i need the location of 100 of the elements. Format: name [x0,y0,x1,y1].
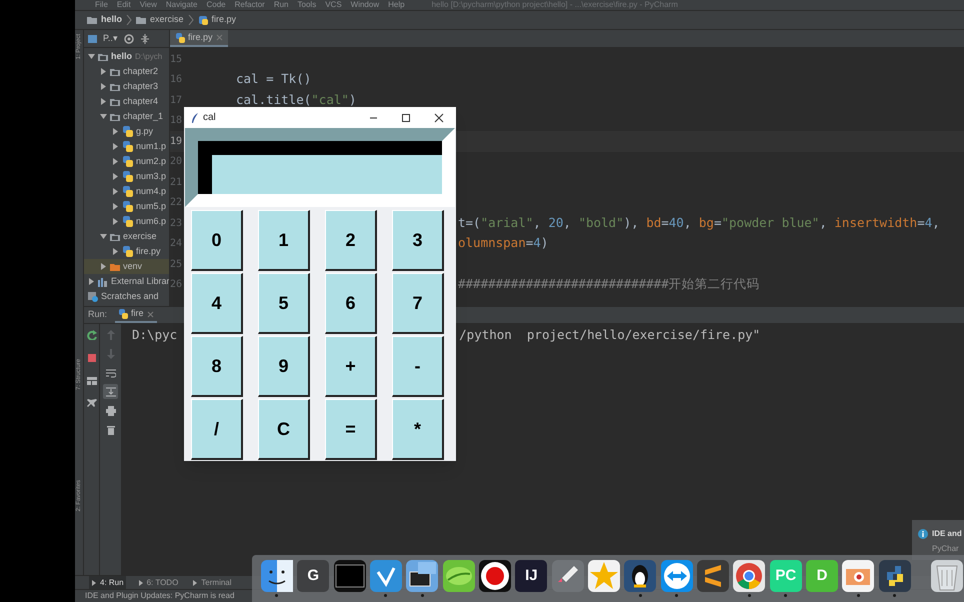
calculator-key[interactable]: + [325,336,377,397]
tree-item[interactable]: num3.p [84,169,169,184]
calculator-key[interactable]: = [325,399,377,460]
calculator-key[interactable]: 4 [191,273,243,334]
app-launcher[interactable] [660,560,693,592]
calculator-key[interactable]: - [392,336,444,397]
tree-item[interactable]: g.py [84,124,169,139]
breadcrumb-item[interactable]: hello [101,13,122,27]
python-file-icon [175,32,185,42]
toolbar-button[interactable] [103,384,118,399]
app-launcher[interactable] [260,560,293,592]
breadcrumb-item[interactable]: exercise [150,13,184,27]
expand-arrow-icon[interactable] [88,53,95,60]
tree-item[interactable]: num5.p [84,199,169,214]
expand-arrow-icon[interactable] [100,113,107,120]
app-launcher[interactable] [842,560,874,592]
app-launcher[interactable] [624,560,656,592]
toolbar-button[interactable] [84,327,99,342]
menu-item[interactable]: File [95,1,108,9]
tree-item[interactable]: exercise [84,229,169,244]
tree-item[interactable]: fire.py [84,244,169,259]
app-launcher[interactable] [878,560,911,592]
menu-item[interactable]: Help [388,1,405,9]
expand-arrow-icon[interactable] [112,188,119,195]
tree-item[interactable]: External Librar [84,274,169,289]
calculator-key[interactable]: 6 [325,273,377,334]
expand-arrow-icon[interactable] [112,248,119,255]
expand-arrow-icon[interactable] [100,68,107,75]
editor-tab[interactable]: fire.py [170,30,228,47]
expand-arrow-icon[interactable] [112,128,119,135]
app-launcher[interactable]: IJ [515,560,548,592]
calculator-key[interactable]: * [392,399,444,460]
expand-arrow-icon[interactable] [100,98,107,105]
calculator-key[interactable]: / [191,399,243,460]
tree-item[interactable]: num1.p [84,139,169,154]
tree-item[interactable]: Scratches and [84,289,169,304]
calculator-key[interactable]: 3 [392,210,444,271]
library-icon [98,276,108,286]
calculator-key[interactable]: 2 [325,210,377,271]
app-launcher[interactable] [406,560,438,592]
expand-arrow-icon[interactable] [100,233,107,240]
calculator-key[interactable]: 7 [392,273,444,334]
tree-item[interactable]: venv [84,259,169,274]
menu-item[interactable]: VCS [325,1,342,9]
line-number: 22 [170,196,182,210]
app-launcher[interactable] [334,560,366,592]
tree-item[interactable]: num4.p [84,184,169,199]
code-line: olumnspan=4) [458,234,548,252]
tool-window-tab[interactable]: Terminal [190,576,234,589]
menu-item[interactable]: Edit [116,1,131,9]
line-number: 23 [170,216,182,231]
expand-arrow-icon[interactable] [100,83,107,90]
rerun-icon [86,330,96,340]
calculator-key[interactable]: 0 [191,210,243,271]
expand-arrow-icon[interactable] [112,158,119,165]
menu-item[interactable]: Code [206,1,226,9]
menu-item[interactable]: Window [350,1,380,9]
target-icon[interactable] [124,34,134,44]
tree-item[interactable]: num6.p [84,214,169,229]
calculator-key[interactable]: 8 [191,336,243,397]
expand-arrow-icon[interactable] [100,263,107,270]
close-icon[interactable] [434,112,444,122]
chevron-icon [126,15,132,25]
menu-item[interactable]: Tools [298,1,316,9]
menu-item[interactable]: Refactor [234,1,265,9]
menu-item[interactable]: Run [274,1,289,9]
expand-arrow-icon[interactable] [88,278,95,285]
app-launcher[interactable]: G [297,560,330,592]
folder-icon [110,82,120,92]
app-launcher[interactable] [370,560,402,592]
expand-arrow-icon[interactable] [112,143,119,150]
tree-item[interactable]: chapter_1 [84,109,169,124]
tree-item[interactable]: hello D:\pych [84,49,169,64]
view-dropdown[interactable]: P..▾ [103,32,118,46]
python-file-icon [122,141,133,152]
app-launcher[interactable] [478,560,511,592]
tool-window-tab[interactable]: 6: TODO [136,576,180,589]
breadcrumb-item[interactable]: fire.py [212,13,236,27]
tree-item[interactable]: chapter2 [84,64,169,79]
menu-item[interactable]: Navigate [166,1,198,9]
expand-arrow-icon[interactable] [112,203,119,210]
python-file-icon [122,246,133,257]
app-launcher[interactable] [733,560,766,592]
calculator-key[interactable]: 1 [258,210,310,271]
expand-arrow-icon[interactable] [112,218,119,225]
collapse-icon[interactable] [140,34,150,44]
display-field[interactable] [185,128,455,207]
tree-item[interactable]: num2.p [84,154,169,169]
maximize-icon[interactable] [401,112,411,122]
calculator-key[interactable]: C [258,399,310,460]
tool-window-tab[interactable]: 4: Run [89,576,126,589]
calculator-key[interactable]: 9 [258,336,310,397]
toolbar-button[interactable] [103,403,118,418]
pin-icon [86,398,96,408]
menu-item[interactable]: View [140,1,157,9]
expand-arrow-icon[interactable] [112,173,119,180]
feather-icon [191,112,199,122]
tree-item[interactable]: chapter3 [84,79,169,94]
calculator-key[interactable]: 5 [258,273,310,334]
tree-item[interactable]: chapter4 [84,94,169,109]
